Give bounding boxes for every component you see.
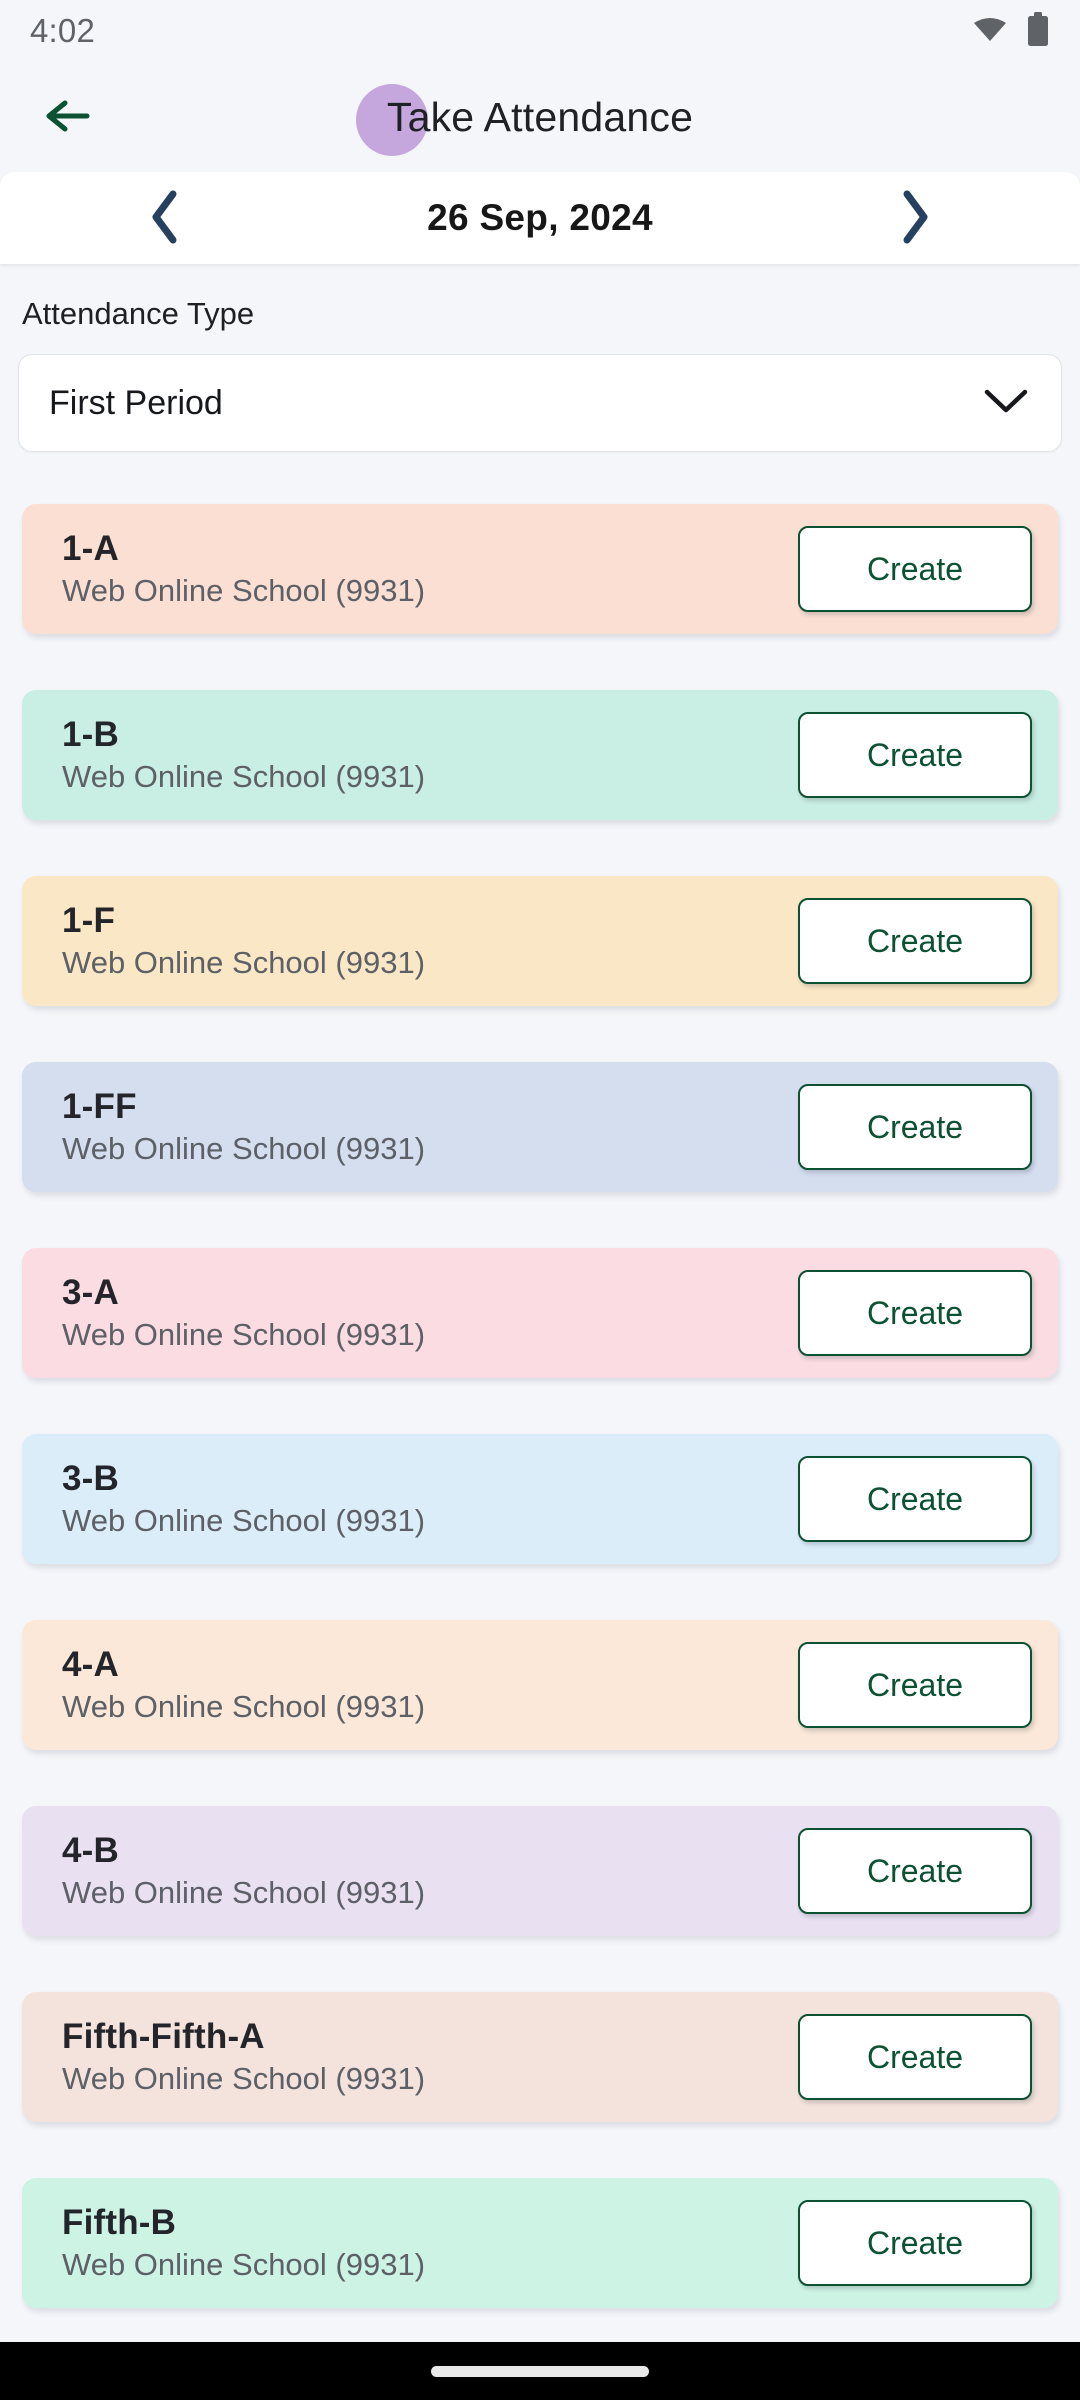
- class-card[interactable]: 1-A Web Online School (9931) Create: [22, 504, 1058, 634]
- attendance-type-value: First Period: [49, 383, 223, 422]
- status-bar: 4:02: [0, 0, 1080, 62]
- create-attendance-button[interactable]: Create: [798, 712, 1032, 798]
- status-icons: [972, 11, 1050, 51]
- chevron-left-icon: [148, 189, 182, 248]
- class-card[interactable]: 1-FF Web Online School (9931) Create: [22, 1062, 1058, 1192]
- class-card-texts: 1-FF Web Online School (9931): [62, 1087, 425, 1167]
- class-name: 1-FF: [62, 1087, 137, 1126]
- class-card-texts: Fifth-B Web Online School (9931): [62, 2203, 425, 2283]
- create-attendance-button[interactable]: Create: [798, 1270, 1032, 1356]
- class-card-texts: 3-A Web Online School (9931): [62, 1273, 425, 1353]
- chevron-right-icon: [898, 189, 932, 248]
- school-name: Web Online School (9931): [62, 1131, 426, 1166]
- class-card[interactable]: 4-A Web Online School (9931) Create: [22, 1620, 1058, 1750]
- class-card-texts: Fifth-Fifth-A Web Online School (9931): [62, 2017, 425, 2097]
- content-scroll-area[interactable]: Attendance Type First Period 1-A Web Onli…: [0, 264, 1080, 2342]
- title-highlight-circle: [356, 84, 428, 156]
- arrow-left-icon: [43, 97, 91, 138]
- class-card[interactable]: Fifth-B Web Online School (9931) Create: [22, 2178, 1058, 2308]
- class-name: 1-F: [62, 901, 116, 940]
- create-attendance-button[interactable]: Create: [798, 898, 1032, 984]
- school-name: Web Online School (9931): [62, 759, 426, 794]
- app-title-container: Take Attendance: [0, 62, 1080, 172]
- chevron-down-icon: [983, 387, 1029, 420]
- page-title: Take Attendance: [386, 93, 694, 140]
- class-card[interactable]: 1-F Web Online School (9931) Create: [22, 876, 1058, 1006]
- attendance-type-label: Attendance Type: [22, 296, 255, 331]
- create-attendance-button[interactable]: Create: [798, 1456, 1032, 1542]
- class-card[interactable]: Fifth-Fifth-A Web Online School (9931) Cre…: [22, 1992, 1058, 2122]
- class-card[interactable]: 3-A Web Online School (9931) Create: [22, 1248, 1058, 1378]
- class-list: 1-A Web Online School (9931) Create 1-B Web …: [0, 504, 1080, 2308]
- create-attendance-button[interactable]: Create: [798, 1084, 1032, 1170]
- battery-icon: [1026, 11, 1050, 51]
- selected-date[interactable]: 26 Sep, 2024: [220, 197, 860, 239]
- class-name: 4-A: [62, 1645, 119, 1684]
- app-bar: Take Attendance: [0, 62, 1080, 172]
- create-attendance-button[interactable]: Create: [798, 1828, 1032, 1914]
- next-date-button[interactable]: [860, 172, 970, 264]
- class-card[interactable]: 4-B Web Online School (9931) Create: [22, 1806, 1058, 1936]
- class-name: 3-B: [62, 1459, 119, 1498]
- class-card-texts: 3-B Web Online School (9931): [62, 1459, 425, 1539]
- create-attendance-button[interactable]: Create: [798, 2200, 1032, 2286]
- create-attendance-button[interactable]: Create: [798, 1642, 1032, 1728]
- previous-date-button[interactable]: [110, 172, 220, 264]
- school-name: Web Online School (9931): [62, 2247, 426, 2282]
- school-name: Web Online School (9931): [62, 1875, 426, 1910]
- school-name: Web Online School (9931): [62, 2061, 426, 2096]
- class-name: Fifth-B: [62, 2203, 177, 2242]
- class-card-texts: 1-A Web Online School (9931): [62, 529, 425, 609]
- date-navigation-bar: 26 Sep, 2024: [0, 172, 1080, 264]
- class-card-texts: 4-B Web Online School (9931): [62, 1831, 425, 1911]
- class-name: Fifth-Fifth-A: [62, 2017, 265, 2056]
- school-name: Web Online School (9931): [62, 945, 426, 980]
- class-name: 1-B: [62, 715, 119, 754]
- class-card-texts: 1-F Web Online School (9931): [62, 901, 425, 981]
- attendance-type-select[interactable]: First Period: [18, 354, 1062, 452]
- school-name: Web Online School (9931): [62, 573, 426, 608]
- school-name: Web Online School (9931): [62, 1689, 426, 1724]
- class-name: 1-A: [62, 529, 119, 568]
- create-attendance-button[interactable]: Create: [798, 526, 1032, 612]
- wifi-icon: [972, 15, 1008, 48]
- class-card-texts: 1-B Web Online School (9931): [62, 715, 425, 795]
- status-time: 4:02: [30, 12, 96, 49]
- class-card[interactable]: 3-B Web Online School (9931) Create: [22, 1434, 1058, 1564]
- school-name: Web Online School (9931): [62, 1317, 426, 1352]
- class-card-texts: 4-A Web Online School (9931): [62, 1645, 425, 1725]
- class-card[interactable]: 1-B Web Online School (9931) Create: [22, 690, 1058, 820]
- phone-screen: 4:02 Take Attendance 26 Sep, 2024 Attend…: [0, 0, 1080, 2400]
- create-attendance-button[interactable]: Create: [798, 2014, 1032, 2100]
- home-indicator[interactable]: [431, 2365, 649, 2377]
- class-name: 3-A: [62, 1273, 119, 1312]
- school-name: Web Online School (9931): [62, 1503, 426, 1538]
- class-name: 4-B: [62, 1831, 119, 1870]
- system-navigation-bar: [0, 2342, 1080, 2400]
- back-button[interactable]: [20, 70, 114, 164]
